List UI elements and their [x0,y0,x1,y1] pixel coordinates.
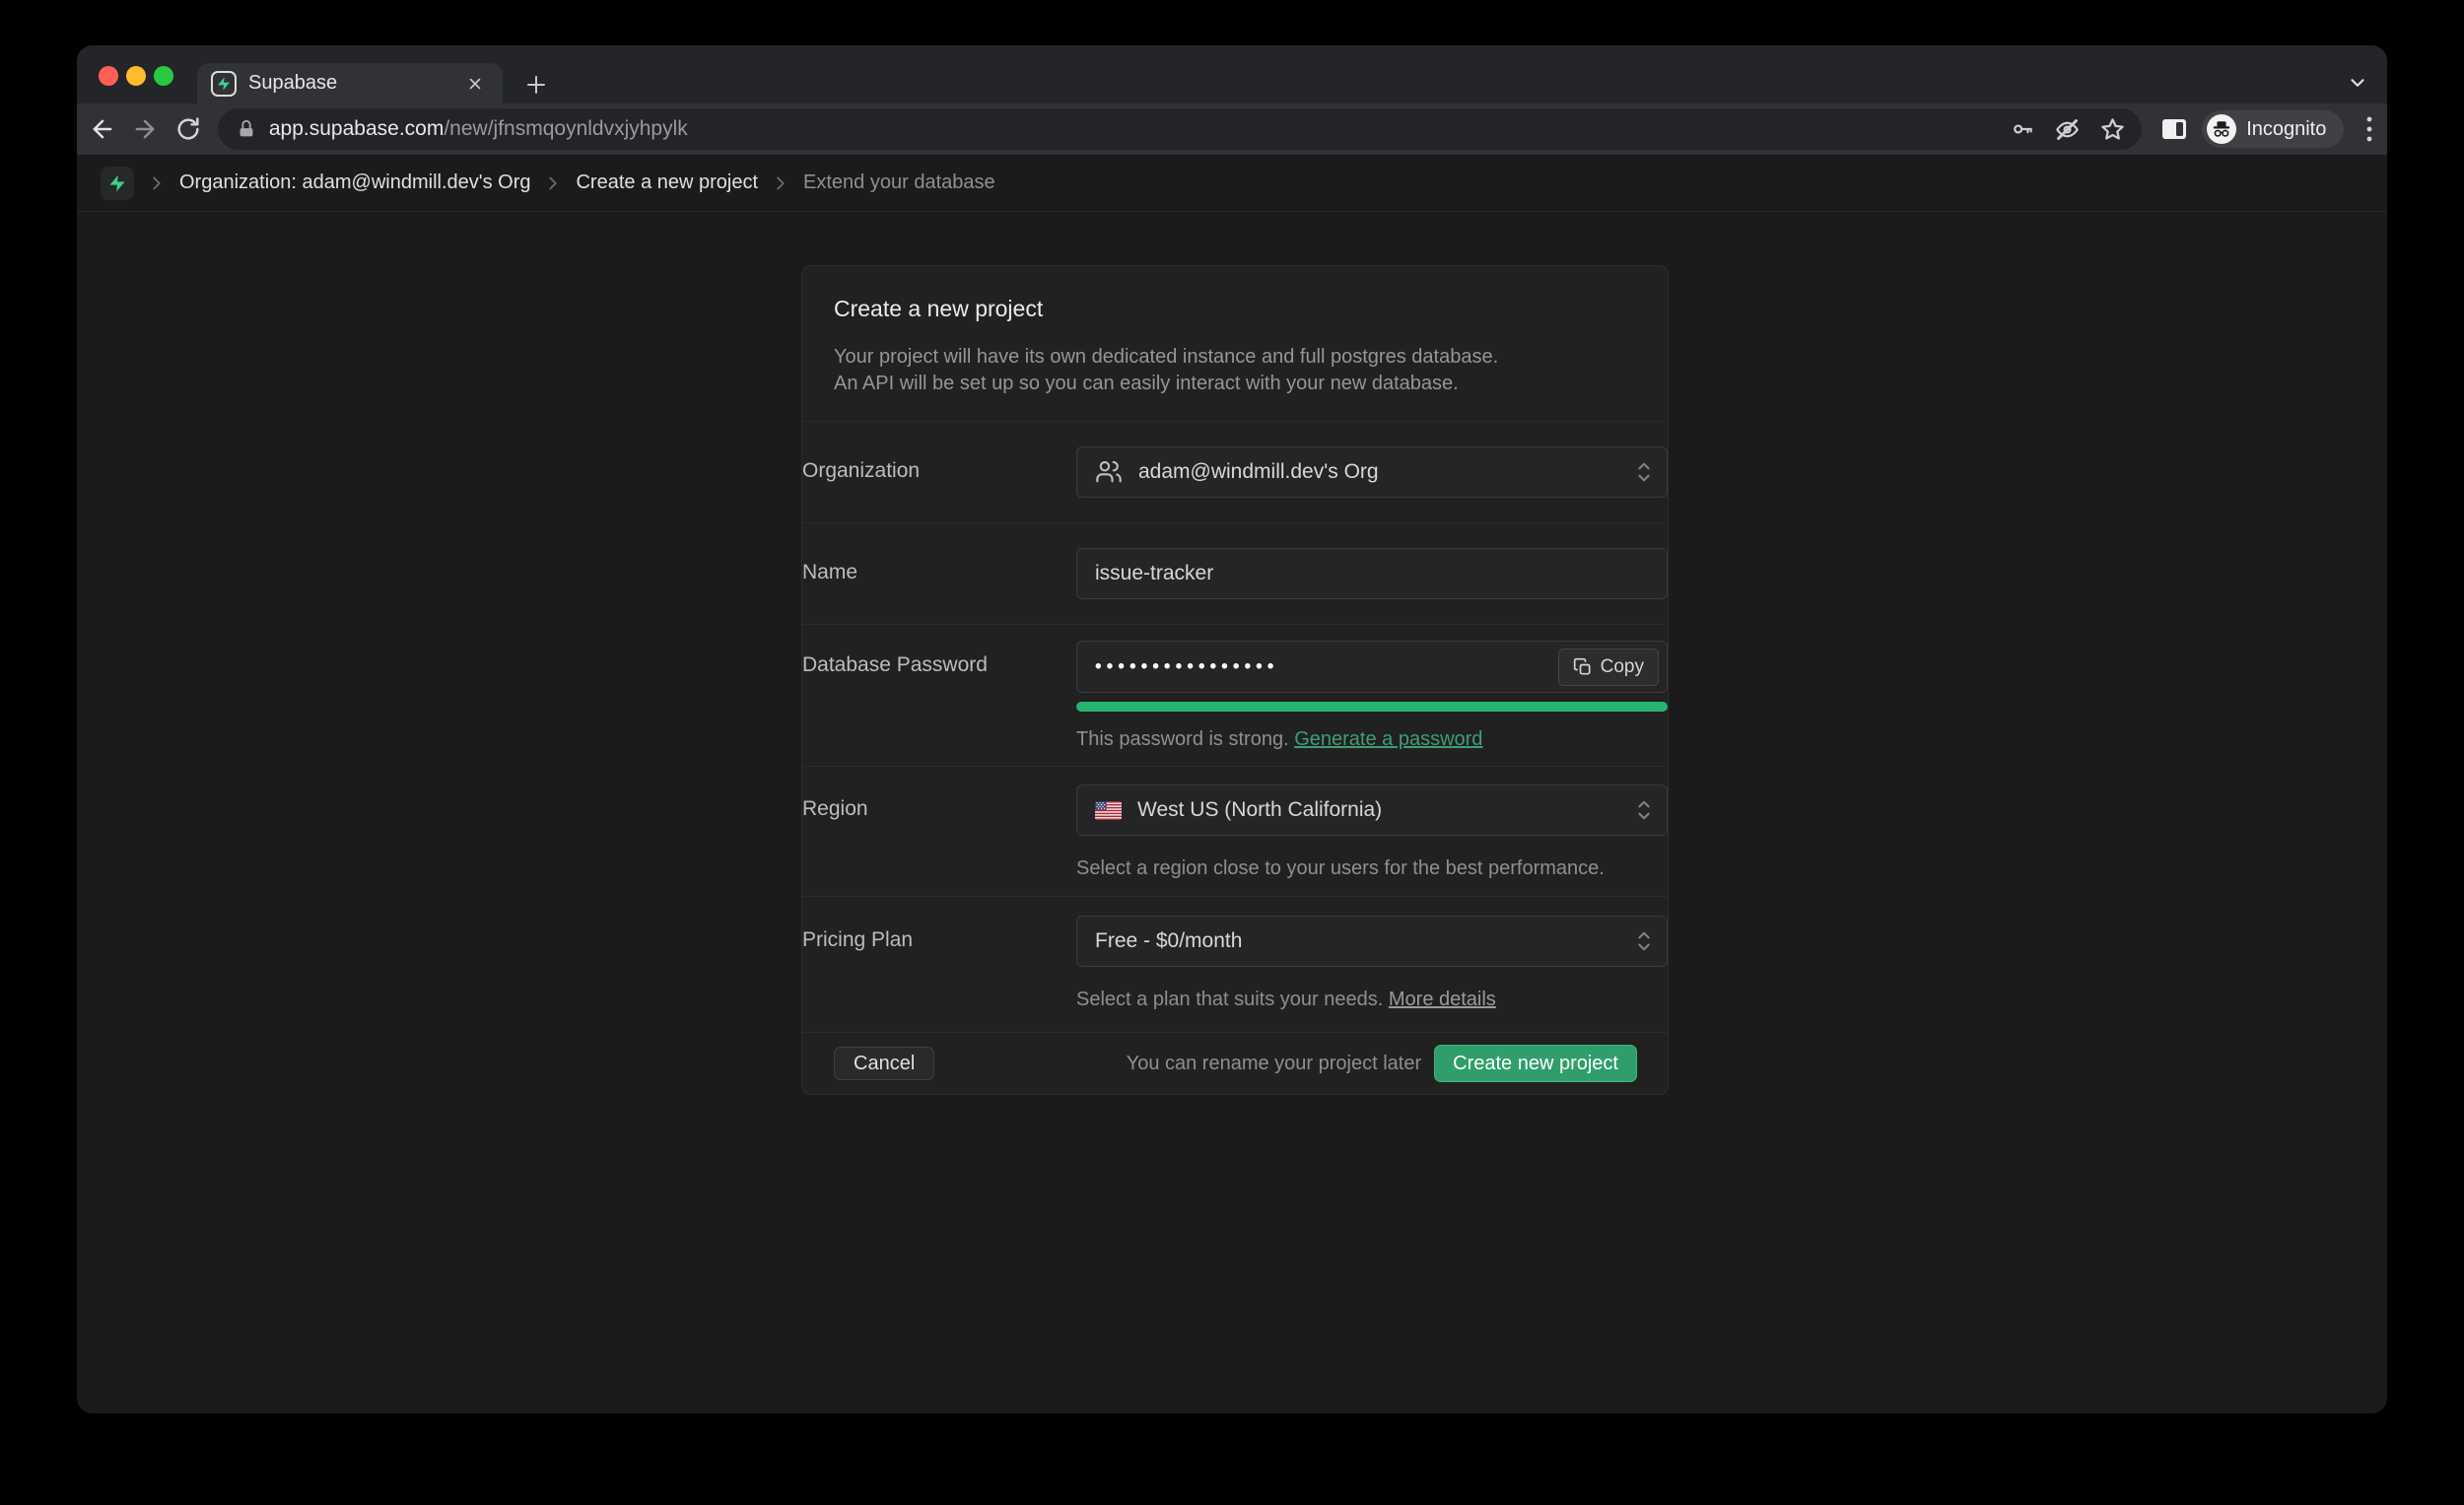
supabase-logo-icon[interactable] [101,167,134,200]
pricing-helper: Select a plan that suits your needs. Mor… [1076,989,1668,1011]
region-label: Region [802,785,1076,821]
password-key-icon[interactable] [2008,114,2037,144]
password-label: Database Password [802,641,1076,677]
organization-label: Organization [802,446,1076,483]
password-field-group: •••••••••••••••• Copy This password is s… [1076,641,1668,751]
pricing-row: Pricing Plan Free - $0/month Select a pl… [802,897,1668,1033]
tab-close-icon[interactable] [461,70,489,98]
tab-title: Supabase [248,72,461,95]
minimize-window-button[interactable] [126,66,146,86]
organization-select[interactable]: adam@windmill.dev's Org [1076,446,1668,498]
incognito-badge: Incognito [2202,110,2344,148]
rename-note: You can rename your project later [1127,1053,1421,1075]
card-title: Create a new project [834,296,1636,322]
cancel-button[interactable]: Cancel [834,1047,934,1080]
breadcrumb-extend-database[interactable]: Extend your database [803,171,995,194]
pricing-value: Free - $0/month [1095,929,1242,953]
url-domain: app.supabase.com [269,117,444,140]
supabase-favicon-icon [211,71,237,97]
back-icon[interactable] [83,109,122,149]
password-masked-value: •••••••••••••••• [1095,656,1278,678]
card-description-line2: An API will be set up so you can easily … [834,371,1636,397]
region-select[interactable]: West US (North California) [1076,785,1668,836]
url-text: app.supabase.com/new/jfnsmqoynldvxjyhpyl… [269,117,688,141]
name-input[interactable]: issue-tracker [1076,548,1668,599]
chevron-right-icon [770,172,791,194]
tab-search-chevron-icon[interactable] [2342,67,2373,99]
organization-value: adam@windmill.dev's Org [1138,460,1379,484]
close-window-button[interactable] [99,66,118,86]
password-row: Database Password •••••••••••••••• Copy [802,625,1668,767]
password-strength-text: This password is strong. [1076,728,1289,750]
main-content: Create a new project Your project will h… [77,213,2387,1413]
browser-window: Supabase [77,45,2387,1413]
url-path: /new/jfnsmqoynldvxjyhpylk [444,117,687,140]
new-tab-button[interactable] [520,69,552,101]
card-header: Create a new project Your project will h… [802,266,1668,422]
create-project-card: Create a new project Your project will h… [801,265,1669,1095]
pricing-label: Pricing Plan [802,916,1076,952]
breadcrumb-organization[interactable]: Organization: adam@windmill.dev's Org [179,171,530,194]
name-value: issue-tracker [1095,562,1213,585]
breadcrumb: Organization: adam@windmill.dev's Org Cr… [77,155,2387,212]
select-chevrons-icon [1633,926,1655,956]
breadcrumb-create-project[interactable]: Create a new project [576,171,758,194]
select-chevrons-icon [1633,795,1655,825]
copy-button-label: Copy [1601,656,1644,678]
name-label: Name [802,548,1076,584]
url-bar[interactable]: app.supabase.com/new/jfnsmqoynldvxjyhpyl… [218,108,2142,150]
incognito-icon [2207,114,2236,144]
password-helper: This password is strong. Generate a pass… [1076,728,1668,751]
pricing-select[interactable]: Free - $0/month [1076,916,1668,967]
password-input[interactable]: •••••••••••••••• Copy [1076,641,1668,693]
us-flag-icon [1095,801,1122,820]
create-new-project-button[interactable]: Create new project [1434,1045,1637,1082]
chevron-right-icon [146,172,168,194]
pricing-field-group: Free - $0/month Select a plan that suits… [1076,916,1668,1011]
more-details-link[interactable]: More details [1389,989,1496,1010]
region-helper-text: Select a region close to your users for … [1076,857,1668,880]
card-description: Your project will have its own dedicated… [834,344,1636,397]
incognito-label: Incognito [2246,118,2326,141]
select-chevrons-icon [1633,457,1655,487]
name-row: Name issue-tracker [802,523,1668,625]
browser-tab-supabase[interactable]: Supabase [197,63,503,103]
pricing-helper-text: Select a plan that suits your needs. [1076,989,1383,1010]
desktop-background: Supabase [0,0,2464,1505]
copy-password-button[interactable]: Copy [1558,649,1659,686]
side-panel-icon[interactable] [2156,109,2195,149]
generate-password-link[interactable]: Generate a password [1294,728,1482,750]
bookmark-star-icon[interactable] [2098,114,2128,144]
eye-off-icon[interactable] [2053,114,2083,144]
lock-icon [236,118,257,140]
users-icon [1095,458,1123,486]
organization-row: Organization adam@windmill.dev's Org [802,422,1668,523]
zoom-window-button[interactable] [154,66,173,86]
chevron-right-icon [542,172,564,194]
browser-menu-icon[interactable] [2352,109,2387,149]
region-field-group: West US (North California) Select a regi… [1076,785,1668,880]
page-body: Organization: adam@windmill.dev's Org Cr… [77,155,2387,1413]
card-description-line1: Your project will have its own dedicated… [834,344,1636,371]
card-footer: Cancel You can rename your project later… [802,1033,1668,1094]
password-strength-bar [1076,702,1668,712]
reload-icon[interactable] [169,109,208,149]
region-row: Region West US (North California) [802,767,1668,897]
browser-toolbar: app.supabase.com/new/jfnsmqoynldvxjyhpyl… [77,103,2387,155]
region-value: West US (North California) [1137,798,1382,822]
forward-icon[interactable] [126,109,166,149]
titlebar: Supabase [77,45,2387,103]
